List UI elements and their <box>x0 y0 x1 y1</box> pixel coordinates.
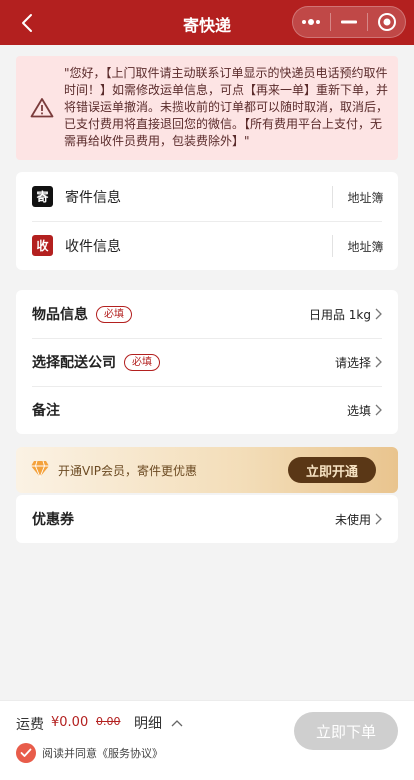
fee-label: 运费 <box>16 717 44 733</box>
agreement-text[interactable]: 阅读并同意《服务协议》 <box>42 745 163 761</box>
warning-icon <box>30 97 54 122</box>
chevron-up-icon <box>171 719 183 727</box>
address-card: 寄 寄件信息 地址簿 收 收件信息 地址簿 <box>16 172 398 270</box>
goods-info-label: 物品信息 <box>32 307 88 323</box>
courier-company-row[interactable]: 选择配送公司 必填 请选择 <box>16 338 398 386</box>
chevron-right-icon <box>375 404 382 416</box>
coupon-label: 优惠券 <box>32 512 74 528</box>
remark-row[interactable]: 备注 选填 <box>16 386 398 434</box>
chevron-right-icon <box>375 356 382 368</box>
coupon-card: 优惠券 未使用 <box>16 495 398 543</box>
fee-value: ¥0.00 <box>51 715 89 730</box>
close-miniprogram-icon[interactable] <box>368 7 405 37</box>
agreement-row[interactable]: 阅读并同意《服务协议》 <box>16 743 163 763</box>
goods-info-value: 日用品 1kg <box>308 307 371 322</box>
fee-original-price: 0.00 <box>96 715 121 728</box>
fee-detail-label: 明细 <box>134 716 162 732</box>
courier-company-label: 选择配送公司 <box>32 355 116 371</box>
remark-value: 选填 <box>346 403 371 418</box>
vip-banner: 开通VIP会员，寄件更优惠 立即开通 <box>16 447 398 493</box>
goods-info-row[interactable]: 物品信息 必填 日用品 1kg <box>16 290 398 338</box>
miniprogram-capsule <box>292 6 406 38</box>
required-tag: 必填 <box>124 353 160 371</box>
sender-badge: 寄 <box>32 186 53 207</box>
sender-address-book-button[interactable]: 地址簿 <box>332 186 398 208</box>
chevron-right-icon <box>375 308 382 320</box>
coupon-row[interactable]: 优惠券 未使用 <box>16 495 398 543</box>
more-icon[interactable] <box>293 7 330 37</box>
notice-banner: "您好，【上门取件请主动联系订单显示的快递员电话预约取件时间！】如需修改运单信息… <box>16 56 398 160</box>
sender-row[interactable]: 寄 寄件信息 地址簿 <box>16 172 398 221</box>
receiver-row[interactable]: 收 收件信息 地址簿 <box>16 221 398 270</box>
shipment-details-card: 物品信息 必填 日用品 1kg 选择配送公司 必填 请选择 备注 选填 <box>16 290 398 434</box>
minimize-icon[interactable] <box>331 7 368 37</box>
remark-label: 备注 <box>32 403 60 419</box>
receiver-label: 收件信息 <box>65 238 121 255</box>
fee-detail-toggle[interactable]: 明细 <box>134 713 183 733</box>
required-tag: 必填 <box>96 305 132 323</box>
receiver-badge: 收 <box>32 235 53 256</box>
nav-bar: 寄快递 <box>0 0 414 45</box>
diamond-icon <box>30 460 50 482</box>
checkbox-checked-icon[interactable] <box>16 743 36 763</box>
receiver-address-book-button[interactable]: 地址簿 <box>332 235 398 257</box>
courier-company-value: 请选择 <box>334 355 371 370</box>
open-vip-button[interactable]: 立即开通 <box>288 457 376 483</box>
vip-promo-text: 开通VIP会员，寄件更优惠 <box>58 464 197 478</box>
submit-order-button[interactable]: 立即下单 <box>294 712 398 750</box>
bottom-bar: 运费 ¥0.00 0.00 明细 阅读并同意《服务协议》 立即下单 <box>0 700 414 780</box>
notice-text: "您好，【上门取件请主动联系订单显示的快递员电话预约取件时间！】如需修改运单信息… <box>64 66 389 148</box>
sender-label: 寄件信息 <box>65 189 121 206</box>
chevron-right-icon <box>375 513 382 525</box>
coupon-value: 未使用 <box>334 512 371 527</box>
